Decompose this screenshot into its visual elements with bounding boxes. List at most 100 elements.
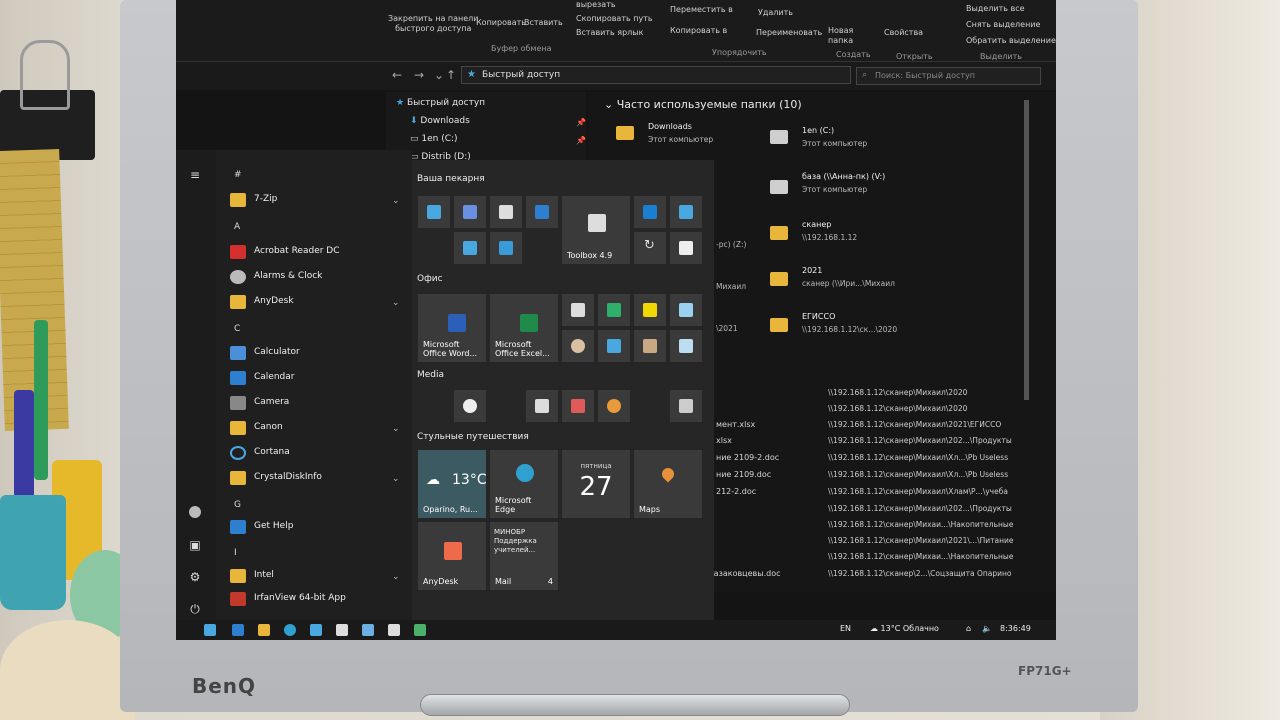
app-icon[interactable] xyxy=(336,624,348,636)
network-icon[interactable]: ⌂ xyxy=(966,624,971,633)
monitor-controls[interactable] xyxy=(420,694,850,716)
nav-item-downloads[interactable]: ⬇ Downloads xyxy=(410,116,470,126)
app-icon[interactable] xyxy=(388,624,400,636)
tile-group-title[interactable]: Стульные путешествия xyxy=(417,432,529,442)
move-to-button[interactable]: Переместить в xyxy=(670,5,733,15)
app-icon[interactable] xyxy=(310,624,322,636)
tile-maps[interactable]: Maps xyxy=(634,450,702,518)
rename-button[interactable]: Переименовать xyxy=(756,28,822,38)
chevron-down-icon[interactable]: ⌄ xyxy=(392,474,400,484)
tile-small[interactable] xyxy=(526,196,558,228)
address-bar[interactable]: ★ Быстрый доступ xyxy=(461,66,851,84)
tile-small[interactable] xyxy=(634,294,666,326)
app-letter-header[interactable]: C xyxy=(234,324,240,334)
tile-small[interactable] xyxy=(670,330,702,362)
weather-widget[interactable]: ☁ 13°C Облачно xyxy=(870,624,939,633)
tile-edge[interactable]: Microsoft Edge xyxy=(490,450,558,518)
tile-small[interactable] xyxy=(634,196,666,228)
volume-icon[interactable]: 🔈 xyxy=(982,624,992,633)
tile-small[interactable] xyxy=(454,196,486,228)
tile-mail[interactable]: МИНОБР Поддержка учителей... Mail 4 xyxy=(490,522,558,590)
properties-button[interactable]: Свойства xyxy=(884,28,923,38)
pin-quick-access-button[interactable]: Закрепить на панели быстрого доступа xyxy=(388,14,478,34)
scrollbar[interactable] xyxy=(1024,100,1029,400)
recent-file-name[interactable]: ние 2109.doc xyxy=(716,470,771,479)
chevron-down-icon[interactable]: ⌄ xyxy=(392,196,400,206)
cortana-icon xyxy=(230,446,246,460)
chevron-down-icon[interactable]: ⌄ xyxy=(392,424,400,434)
tile-small[interactable] xyxy=(490,232,522,264)
app-icon[interactable] xyxy=(362,624,374,636)
tile-small[interactable] xyxy=(454,232,486,264)
copy-button[interactable]: Копировать xyxy=(476,18,526,28)
pictures-icon[interactable]: ▣ xyxy=(188,538,202,552)
app-icon[interactable] xyxy=(414,624,426,636)
recent-file-name[interactable]: 212-2.doc xyxy=(716,487,756,496)
new-folder-button[interactable]: Новая папка xyxy=(828,26,853,46)
chevron-down-icon[interactable]: ⌄ xyxy=(392,298,400,308)
frequent-folders-title[interactable]: ⌄ Часто используемые папки (10) xyxy=(604,98,802,111)
delete-button[interactable]: Удалить xyxy=(758,8,793,18)
powershell-icon xyxy=(463,241,477,255)
app-letter-header[interactable]: G xyxy=(234,500,241,510)
up-arrow-icon[interactable]: ↑ xyxy=(446,68,456,82)
chevron-down-icon[interactable]: ⌄ xyxy=(392,572,400,582)
recent-file-name[interactable]: мент.xlsx xyxy=(716,420,755,429)
nav-item-drive-c[interactable]: ▭ 1en (C:) xyxy=(410,134,458,144)
tile-small[interactable] xyxy=(598,390,630,422)
tile-anydesk[interactable]: AnyDesk xyxy=(418,522,486,590)
tile-calendar[interactable]: пятница 27 xyxy=(562,450,630,518)
tile-toolbox[interactable]: Toolbox 4.9 xyxy=(562,196,630,264)
tile-small[interactable] xyxy=(670,196,702,228)
app-letter-header[interactable]: A xyxy=(234,222,240,232)
tile-small[interactable] xyxy=(634,330,666,362)
recent-file-name[interactable]: Казаковцевы.doc xyxy=(708,569,781,578)
tile-small[interactable] xyxy=(670,294,702,326)
tile-small[interactable] xyxy=(562,330,594,362)
copy-path-button[interactable]: Скопировать путь xyxy=(576,14,653,24)
user-avatar[interactable] xyxy=(189,506,201,518)
file-explorer-icon[interactable] xyxy=(258,624,270,636)
tile-small[interactable] xyxy=(490,196,522,228)
tile-small[interactable] xyxy=(418,196,450,228)
back-arrow-icon[interactable]: ← xyxy=(392,68,402,82)
windows-start-icon[interactable] xyxy=(204,624,216,636)
edge-icon[interactable] xyxy=(284,624,296,636)
tile-small[interactable] xyxy=(598,330,630,362)
clock[interactable]: 8:36:49 xyxy=(1000,624,1031,633)
paste-button[interactable]: Вставить xyxy=(524,18,563,28)
tile-small[interactable] xyxy=(526,390,558,422)
chevron-down-icon[interactable]: ⌄ xyxy=(434,68,444,82)
tile-small[interactable] xyxy=(598,294,630,326)
tile-small[interactable] xyxy=(454,390,486,422)
tile-group-title[interactable]: Media xyxy=(417,370,444,380)
copy-to-button[interactable]: Копировать в xyxy=(670,26,727,36)
language-indicator[interactable]: EN xyxy=(840,624,851,633)
mail-icon[interactable] xyxy=(232,624,244,636)
tile-group-title[interactable]: Ваша пекарня xyxy=(417,174,485,184)
tile-excel[interactable]: Microsoft Office Excel... xyxy=(490,294,558,362)
tile-small[interactable] xyxy=(562,294,594,326)
settings-icon[interactable]: ⚙ xyxy=(188,570,202,584)
paste-shortcut-button[interactable]: Вставить ярлык xyxy=(576,28,643,38)
power-icon[interactable]: ⏻ xyxy=(188,602,202,616)
app-letter-header[interactable]: I xyxy=(234,548,237,558)
cut-button[interactable]: вырезать xyxy=(576,0,616,10)
select-all-button[interactable]: Выделить все xyxy=(966,4,1025,14)
tile-small[interactable]: ↻ xyxy=(634,232,666,264)
select-none-button[interactable]: Снять выделение xyxy=(966,20,1040,30)
search-input[interactable]: ⌕ Поиск: Быстрый доступ xyxy=(856,67,1041,85)
recent-file-name[interactable]: xlsx xyxy=(716,436,732,445)
invert-selection-button[interactable]: Обратить выделение xyxy=(966,36,1056,46)
app-letter-header[interactable]: # xyxy=(234,170,242,180)
tile-small[interactable] xyxy=(670,232,702,264)
tile-small[interactable] xyxy=(562,390,594,422)
tile-weather[interactable]: ☁ 13°C Oparino, Ru... xyxy=(418,450,487,518)
nav-item-quick-access[interactable]: ★ Быстрый доступ xyxy=(396,98,485,108)
tile-small[interactable] xyxy=(670,390,702,422)
recent-file-name[interactable]: ние 2109-2.doc xyxy=(716,453,779,462)
forward-arrow-icon[interactable]: → xyxy=(414,68,424,82)
tile-group-title[interactable]: Офис xyxy=(417,274,443,284)
hamburger-icon[interactable]: ≡ xyxy=(188,168,202,182)
tile-word[interactable]: Microsoft Office Word... xyxy=(418,294,486,362)
